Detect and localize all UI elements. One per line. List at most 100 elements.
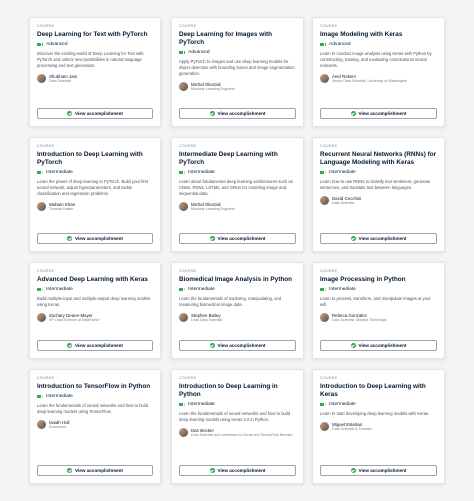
check-circle-icon — [67, 468, 73, 473]
check-circle-icon — [350, 111, 356, 116]
check-circle-icon — [209, 343, 215, 348]
course-level: Advanced — [320, 42, 437, 47]
course-description: Learn to process, transform, and manipul… — [320, 296, 431, 307]
view-accomplishment-button[interactable]: View accomplishment — [37, 465, 153, 476]
author: Shubham Jain Data Scientist — [37, 74, 153, 84]
level-label: Intermediate — [188, 402, 215, 407]
view-accomplishment-button[interactable]: View accomplishment — [320, 108, 437, 119]
course-level: Intermediate — [37, 287, 153, 292]
course-level: Intermediate — [179, 287, 296, 292]
course-card: COURSE Intermediate Deep Learning with P… — [171, 137, 304, 252]
button-label: View accomplishment — [358, 343, 407, 348]
button-label: View accomplishment — [75, 111, 123, 116]
level-label: Intermediate — [46, 170, 73, 175]
author: Maham Khan Thomas Hasler — [37, 202, 153, 212]
avatar — [179, 202, 188, 212]
button-label: View accomplishment — [75, 236, 123, 241]
course-kicker: COURSE — [179, 144, 197, 148]
level-label: Advanced — [188, 50, 210, 55]
level-label: Intermediate — [46, 394, 73, 399]
course-level: Intermediate — [37, 170, 153, 175]
course-description: Apply PyTorch to images and use deep lea… — [179, 59, 295, 76]
course-card: COURSE Deep Learning for Images with PyT… — [171, 17, 304, 127]
level-bars-icon — [37, 287, 44, 292]
level-label: Intermediate — [329, 402, 356, 407]
button-label: View accomplishment — [217, 343, 266, 348]
level-label: Intermediate — [46, 287, 73, 292]
course-kicker: COURSE — [179, 269, 197, 273]
course-level: Advanced — [179, 50, 296, 55]
view-accomplishment-button[interactable]: View accomplishment — [179, 233, 296, 244]
author-role: Data Scientist and contributor to Keras … — [191, 433, 293, 437]
course-kicker: COURSE — [320, 376, 338, 380]
check-circle-icon — [209, 468, 215, 473]
course-title[interactable]: Recurrent Neural Networks (RNNs) for Lan… — [320, 151, 437, 167]
author: David Cecchini Data Scientist — [320, 196, 437, 206]
view-accomplishment-button[interactable]: View accomplishment — [37, 233, 153, 244]
author-role: Data Scientist — [49, 79, 72, 83]
view-accomplishment-button[interactable]: View accomplishment — [179, 108, 296, 119]
button-label: View accomplishment — [217, 236, 266, 241]
avatar — [37, 313, 46, 323]
check-circle-icon — [67, 236, 73, 241]
level-label: Intermediate — [329, 287, 356, 292]
check-circle-icon — [350, 343, 356, 348]
author: Dan Becker Data Scientist and contributor… — [179, 428, 296, 438]
view-accomplishment-button[interactable]: View accomplishment — [37, 108, 153, 119]
button-label: View accomplishment — [358, 111, 407, 116]
course-card: COURSE Deep Learning for Text with PyTor… — [29, 17, 161, 127]
button-label: View accomplishment — [358, 236, 407, 241]
check-circle-icon — [209, 111, 215, 116]
author-role: Data Scientist & Founder — [332, 427, 372, 431]
course-title[interactable]: Introduction to Deep Learning in Python — [179, 383, 296, 399]
course-level: Intermediate — [320, 287, 437, 292]
avatar — [320, 196, 329, 206]
course-title[interactable]: Introduction to Deep Learning with PyTor… — [37, 151, 153, 167]
course-description: Learn the fundamentals of neural network… — [179, 411, 291, 422]
level-bars-icon — [320, 170, 327, 175]
course-title[interactable]: Intermediate Deep Learning with PyTorch — [179, 151, 296, 167]
avatar — [320, 74, 329, 84]
course-description: Build multiple-input and multiple-output… — [37, 296, 151, 307]
level-bars-icon — [179, 50, 186, 55]
button-label: View accomplishment — [358, 468, 407, 473]
view-accomplishment-button[interactable]: View accomplishment — [320, 340, 437, 351]
author: Miguel Esteban Data Scientist & Founder — [320, 422, 437, 432]
course-title[interactable]: Advanced Deep Learning with Keras — [37, 276, 153, 284]
course-description: Learn about fundamental deep learning ar… — [179, 179, 293, 196]
course-level: Intermediate — [320, 402, 437, 407]
course-title[interactable]: Deep Learning for Images with PyTorch — [179, 31, 296, 47]
view-accomplishment-button[interactable]: View accomplishment — [320, 233, 437, 244]
course-title[interactable]: Image Modeling with Keras — [320, 31, 437, 39]
course-title[interactable]: Introduction to TensorFlow in Python — [37, 383, 153, 391]
check-circle-icon — [350, 236, 356, 241]
course-title[interactable]: Introduction to Deep Learning with Keras — [320, 383, 437, 399]
view-accomplishment-button[interactable]: View accomplishment — [320, 465, 437, 476]
button-label: View accomplishment — [217, 111, 266, 116]
author: Isaiah Hull Economist — [37, 420, 153, 430]
button-label: View accomplishment — [75, 468, 123, 473]
level-label: Intermediate — [188, 287, 215, 292]
avatar — [37, 202, 46, 212]
view-accomplishment-button[interactable]: View accomplishment — [37, 340, 153, 351]
level-bars-icon — [179, 287, 186, 292]
course-kicker: COURSE — [37, 24, 55, 28]
avatar — [320, 313, 329, 323]
avatar — [37, 420, 46, 430]
view-accomplishment-button[interactable]: View accomplishment — [179, 340, 296, 351]
view-accomplishment-button[interactable]: View accomplishment — [179, 465, 296, 476]
course-title[interactable]: Image Processing in Python — [320, 276, 437, 284]
course-kicker: COURSE — [320, 144, 338, 148]
course-description: Learn to conduct image analysis using Ke… — [320, 51, 432, 68]
course-card: COURSE Advanced Deep Learning with Keras… — [29, 262, 161, 359]
course-description: Learn how to use RNNs to classify text s… — [320, 179, 431, 190]
avatar — [37, 74, 46, 84]
course-title[interactable]: Biomedical Image Analysis in Python — [179, 276, 296, 284]
level-label: Advanced — [329, 42, 351, 47]
course-description: Learn the power of deep learning in PyTo… — [37, 179, 149, 196]
author-role: Machine Learning Engineer — [191, 207, 235, 211]
level-bars-icon — [179, 402, 186, 407]
course-kicker: COURSE — [320, 24, 338, 28]
author: Michal Oleszak Machine Learning Engineer — [179, 82, 296, 92]
course-title[interactable]: Deep Learning for Text with PyTorch — [37, 31, 153, 39]
